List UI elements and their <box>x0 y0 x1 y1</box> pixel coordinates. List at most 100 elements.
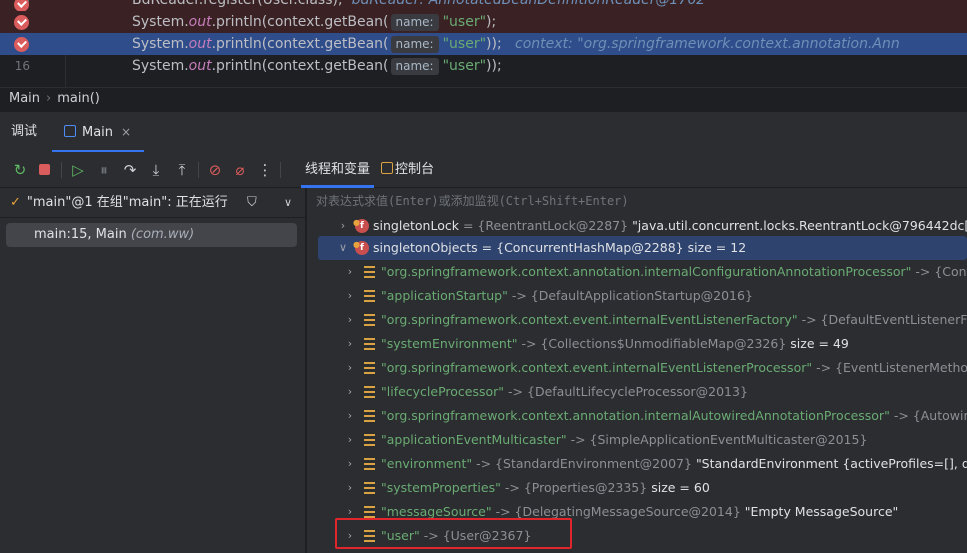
tab-label: Main <box>82 125 114 140</box>
map-entry-row[interactable]: › "systemEnvironment" -> {Collections$Unm… <box>307 332 967 356</box>
frames-panel: ✓ "main"@1 在组"main": 正在运行 ⛉ ∨ main:15, Ma… <box>0 188 306 553</box>
evaluate-expression-input[interactable]: 对表达式求值(Enter)或添加监视(Ctrl+Shift+Enter) <box>307 188 967 214</box>
thread-selector[interactable]: ✓ "main"@1 在组"main": 正在运行 ⛉ ∨ <box>0 188 306 218</box>
pause-icon[interactable]: ⏸ <box>94 160 114 180</box>
frame-package: (com.ww) <box>130 227 195 242</box>
breadcrumb-method[interactable]: main() <box>57 91 100 106</box>
map-entry-icon <box>364 290 375 302</box>
string-literal: "user" <box>442 58 487 74</box>
expand-arrow-icon[interactable]: › <box>344 404 356 428</box>
stack-frame-row[interactable]: main:15, Main (com.ww) <box>6 223 297 247</box>
code-line[interactable]: 15 BdReader.register(User.class); bdRead… <box>0 0 967 12</box>
filter-icon[interactable]: ⛉ <box>247 188 257 218</box>
map-entry-row[interactable]: › "applicationStartup" -> {DefaultApplica… <box>307 284 967 308</box>
variable-text: "org.springframework.context.annotation.… <box>381 260 967 284</box>
variable-name: singletonObjects <box>373 240 478 255</box>
map-key: "lifecycleProcessor" <box>381 384 505 399</box>
expand-arrow-icon[interactable]: › <box>344 260 356 284</box>
line-number: 16 <box>14 59 30 73</box>
variable-text: "applicationEventMulticaster" -> {Simple… <box>381 428 867 452</box>
more-options-icon[interactable]: ⋮ <box>255 160 275 180</box>
map-key: "systemEnvironment" <box>381 336 518 351</box>
map-entry-row[interactable]: › "org.springframework.context.event.inte… <box>307 356 967 380</box>
view-breakpoints-icon[interactable]: ⊘ <box>205 160 225 180</box>
code-segment: )); <box>486 36 502 52</box>
code-segment: out <box>188 36 212 52</box>
map-entry-row[interactable]: › "applicationEventMulticaster" -> {Simpl… <box>307 428 967 452</box>
map-key: "systemProperties" <box>381 480 501 495</box>
expand-arrow-icon[interactable]: › <box>344 332 356 356</box>
variable-text: "lifecycleProcessor" -> {DefaultLifecycl… <box>381 380 748 404</box>
map-value-ref: -> {Properties@2335} <box>504 480 648 495</box>
variable-row[interactable]: › f ● singletonLock = {ReentrantLock@2287… <box>307 214 967 238</box>
expand-arrow-icon[interactable]: › <box>344 500 356 524</box>
variable-text: "systemProperties" -> {Properties@2335} … <box>381 476 710 500</box>
stop-button[interactable] <box>34 160 54 180</box>
toolbar-divider <box>61 162 62 178</box>
map-entry-row[interactable]: › "environment" -> {StandardEnvironment@2… <box>307 452 967 476</box>
breakpoint-icon[interactable] <box>14 37 29 52</box>
map-value-summary: size = 60 <box>651 480 710 495</box>
map-value-summary: "Empty MessageSource" <box>744 504 899 519</box>
chevron-down-icon[interactable]: ∨ <box>284 188 292 218</box>
variable-ref: {ReentrantLock@2287} <box>477 218 629 233</box>
map-entry-row[interactable]: › "org.springframework.context.event.inte… <box>307 308 967 332</box>
tab-console[interactable]: 控制台 <box>381 152 434 188</box>
code-line[interactable]: 16 System.out.println(context.getBean(na… <box>0 55 967 77</box>
variable-name: singletonLock <box>373 218 459 233</box>
collapse-arrow-icon[interactable]: ∨ <box>337 236 349 260</box>
map-value-ref: -> {Collections$UnmodifiableMap@2326} <box>521 336 787 351</box>
expand-arrow-icon[interactable]: › <box>344 524 356 548</box>
map-entry-icon <box>364 410 375 422</box>
map-entry-row[interactable]: › "org.springframework.context.annotation… <box>307 260 967 284</box>
code-editor[interactable]: 15 BdReader.register(User.class); bdRead… <box>0 0 967 87</box>
mute-breakpoints-icon[interactable]: ⌀ <box>230 160 250 180</box>
map-entry-row[interactable]: › "org.springframework.context.annotation… <box>307 404 967 428</box>
map-entry-row[interactable]: › "systemProperties" -> {Properties@2335}… <box>307 476 967 500</box>
code-text: System.out.println(context.getBean(name:… <box>132 55 502 77</box>
code-line-current[interactable]: System.out.println(context.getBean(name:… <box>0 33 967 55</box>
step-over-icon[interactable]: ↷ <box>120 160 140 180</box>
parameter-hint: name: <box>390 14 439 31</box>
tab-main[interactable]: Main × <box>52 112 144 153</box>
map-entry-icon <box>364 482 375 494</box>
toolbar-divider <box>198 162 199 178</box>
debug-tool-window-header: 调试 Main × <box>0 111 967 153</box>
tab-threads-variables[interactable]: 线程和变量 <box>300 152 375 188</box>
breadcrumb-class[interactable]: Main <box>9 91 40 106</box>
variables-panel: 对表达式求值(Enter)或添加监视(Ctrl+Shift+Enter) › f… <box>307 188 967 553</box>
map-entry-row[interactable]: › "user" -> {User@2367} <box>307 524 967 548</box>
step-into-icon[interactable]: ⤓ <box>146 160 166 180</box>
resume-icon[interactable]: ▷ <box>68 160 88 180</box>
debugger-toolbar: ↻ ▷ ⏸ ↷ ⤓ ⤒ ⊘ ⌀ ⋮ 线程和变量 控制台 <box>0 152 967 188</box>
expand-arrow-icon[interactable]: › <box>344 452 356 476</box>
rerun-icon[interactable]: ↻ <box>10 160 30 180</box>
close-icon[interactable]: × <box>121 125 131 139</box>
map-value-ref: -> {Configuratio <box>915 264 967 279</box>
expand-arrow-icon[interactable]: › <box>337 214 349 238</box>
map-key: "user" <box>381 528 420 543</box>
string-literal: "user" <box>442 14 487 30</box>
map-entry-icon <box>364 506 375 518</box>
map-key: "applicationEventMulticaster" <box>381 432 567 447</box>
map-entry-icon <box>364 314 375 326</box>
step-out-icon[interactable]: ⤒ <box>172 160 192 180</box>
code-text: System.out.println(context.getBean(name:… <box>132 33 900 55</box>
map-entry-row[interactable]: › "messageSource" -> {DelegatingMessageSo… <box>307 500 967 524</box>
map-entry-row[interactable]: › "lifecycleProcessor" -> {DefaultLifecyc… <box>307 380 967 404</box>
expand-arrow-icon[interactable]: › <box>344 284 356 308</box>
expand-arrow-icon[interactable]: › <box>344 380 356 404</box>
map-key: "org.springframework.context.annotation.… <box>381 408 890 423</box>
variable-row-selected[interactable]: ∨ f ● singletonObjects = {ConcurrentHashM… <box>318 236 967 260</box>
expand-arrow-icon[interactable]: › <box>344 476 356 500</box>
code-text: System.out.println(context.getBean(name:… <box>132 11 496 33</box>
frame-method: main:15, Main <box>34 227 127 242</box>
code-segment: System. <box>132 58 189 74</box>
expand-arrow-icon[interactable]: › <box>344 428 356 452</box>
code-line[interactable]: System.out.println(context.getBean(name:… <box>0 11 967 33</box>
code-segment: .println(context.getBean( <box>211 14 389 30</box>
expand-arrow-icon[interactable]: › <box>344 308 356 332</box>
variable-text: "environment" -> {StandardEnvironment@20… <box>381 452 967 476</box>
breakpoint-icon[interactable] <box>14 15 29 30</box>
expand-arrow-icon[interactable]: › <box>344 356 356 380</box>
